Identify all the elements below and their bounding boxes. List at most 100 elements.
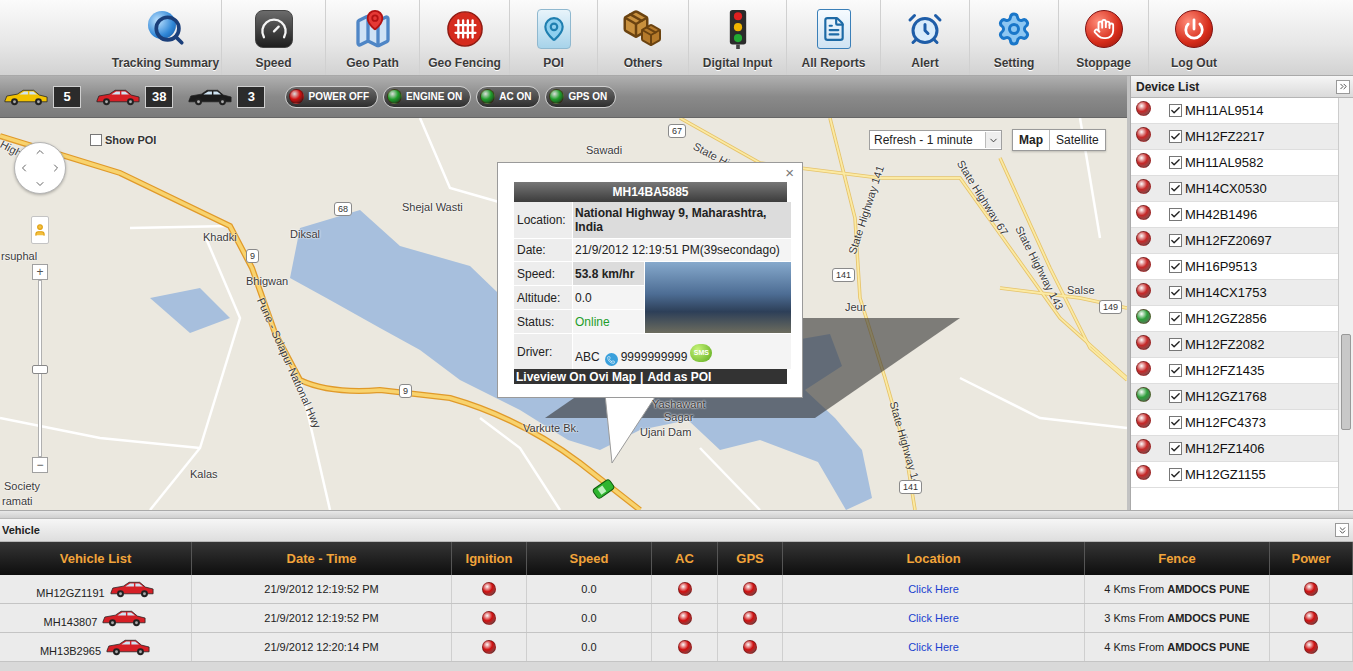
toolbar-button[interactable]: Geo Fencing [420, 0, 510, 75]
zoom-out-button[interactable]: − [32, 457, 48, 473]
zoom-handle[interactable] [32, 365, 48, 374]
toolbar-button[interactable]: POI [510, 0, 598, 75]
device-row[interactable]: MH12GZ2856 [1131, 306, 1338, 332]
device-checkbox[interactable] [1169, 442, 1182, 455]
toolbar-button[interactable]: Stoppage [1059, 0, 1149, 75]
device-row[interactable]: MH12FZ20697 [1131, 228, 1338, 254]
status-filter-button[interactable]: AC ON [476, 86, 540, 108]
status-dot-icon [549, 89, 564, 104]
device-row[interactable]: MH12FZ1435 [1131, 358, 1338, 384]
map-type-button[interactable]: Satellite [1049, 130, 1105, 150]
fleet-count-value: 3 [237, 86, 265, 108]
phone-icon[interactable] [605, 353, 618, 366]
device-plate: MH12FZ1435 [1185, 361, 1264, 381]
device-row[interactable]: MH12FC4373 [1131, 410, 1338, 436]
toolbar-button[interactable]: Speed [222, 0, 326, 75]
device-checkbox[interactable] [1169, 364, 1182, 377]
location-link[interactable]: Click Here [908, 639, 959, 656]
device-checkbox[interactable] [1169, 338, 1182, 351]
device-checkbox[interactable] [1169, 234, 1182, 247]
device-checkbox[interactable] [1169, 104, 1182, 117]
table-row[interactable]: MH13B296521/9/2012 12:20:14 PM0.0Click H… [0, 633, 1353, 662]
device-status-dot-icon [1136, 101, 1151, 116]
device-checkbox[interactable] [1169, 260, 1182, 273]
toolbar-button[interactable]: Setting [970, 0, 1059, 75]
toolbar-label: Setting [994, 54, 1035, 72]
collapse-right-icon[interactable] [1336, 80, 1350, 94]
column-header[interactable]: Fence [1085, 542, 1270, 575]
column-header[interactable]: Location [783, 542, 1085, 575]
fleet-count[interactable]: 3 [187, 86, 265, 108]
scrollbar-thumb[interactable] [1341, 334, 1351, 430]
device-checkbox[interactable] [1169, 468, 1182, 481]
horizontal-splitter[interactable] [0, 510, 1353, 518]
location-link[interactable]: Click Here [908, 610, 959, 627]
toolbar-button[interactable]: Tracking Summary [110, 0, 222, 75]
checkbox-box[interactable] [90, 134, 102, 146]
table-row[interactable]: MH14380721/9/2012 12:19:52 PM0.0Click He… [0, 604, 1353, 633]
popup-close-button[interactable]: × [785, 165, 794, 180]
add-poi-link[interactable]: Add as POI [647, 370, 711, 384]
device-row[interactable]: MH14CX0530 [1131, 176, 1338, 202]
device-status-dot-icon [1136, 439, 1151, 454]
table-row[interactable]: MH12GZ119121/9/2012 12:19:52 PM0.0Click … [0, 575, 1353, 604]
device-checkbox[interactable] [1169, 286, 1182, 299]
column-header[interactable]: AC [652, 542, 718, 575]
device-checkbox[interactable] [1169, 182, 1182, 195]
fleet-count[interactable]: 5 [3, 86, 81, 108]
device-checkbox[interactable] [1169, 416, 1182, 429]
toolbar-button[interactable]: All Reports [787, 0, 881, 75]
scrollbar[interactable] [1338, 98, 1353, 510]
column-header[interactable]: Ignition [452, 542, 527, 575]
device-row[interactable]: MH42B1496 [1131, 202, 1338, 228]
device-row[interactable]: MH12FZ2082 [1131, 332, 1338, 358]
column-header[interactable]: Power [1270, 542, 1353, 575]
status-filter-button[interactable]: ENGINE ON [383, 86, 471, 108]
column-header[interactable]: Speed [527, 542, 652, 575]
column-header[interactable]: Vehicle List [0, 542, 192, 575]
map-type-toggle: MapSatellite [1012, 129, 1106, 151]
toolbar-button[interactable]: Geo Path [326, 0, 420, 75]
zoom-in-button[interactable]: + [32, 264, 48, 280]
column-header[interactable]: Date - Time [192, 542, 452, 575]
device-checkbox[interactable] [1169, 312, 1182, 325]
show-poi-checkbox[interactable]: Show POI [90, 132, 156, 149]
toolbar-button[interactable]: Others [598, 0, 689, 75]
map-label: State Highway 67 [955, 158, 1011, 237]
table-header: Vehicle ListDate - TimeIgnitionSpeedACGP… [0, 542, 1353, 575]
refresh-select[interactable]: Refresh - 1 minute [869, 130, 1002, 150]
fleet-count[interactable]: 38 [95, 86, 173, 108]
pan-control[interactable] [14, 142, 66, 194]
table-cell: 4 Kms FromAMDOCS PUNE [1085, 633, 1270, 661]
toolbar-label: Alert [911, 54, 938, 72]
device-checkbox[interactable] [1169, 390, 1182, 403]
device-checkbox[interactable] [1169, 130, 1182, 143]
device-row[interactable]: MH16P9513 [1131, 254, 1338, 280]
location-link[interactable]: Click Here [908, 581, 959, 598]
toolbar-label: Geo Path [346, 54, 399, 72]
device-plate: MH14CX1753 [1185, 283, 1267, 303]
status-filter-button[interactable]: POWER OFF [285, 86, 378, 108]
device-checkbox[interactable] [1169, 208, 1182, 221]
device-row[interactable]: MH11AL9582 [1131, 150, 1338, 176]
device-row[interactable]: MH12GZ1155 [1131, 462, 1338, 488]
status-filter-button[interactable]: GPS ON [545, 86, 616, 108]
pegman-icon[interactable] [31, 216, 49, 244]
toolbar-button[interactable]: Digital Input [689, 0, 787, 75]
dropdown-arrow-icon[interactable] [985, 132, 1001, 148]
device-row[interactable]: MH12FZ2217 [1131, 124, 1338, 150]
liveview-link[interactable]: Liveview On Ovi Map [516, 370, 636, 384]
column-header[interactable]: GPS [718, 542, 783, 575]
field-label: Altitude: [514, 286, 572, 309]
device-row[interactable]: MH12FZ1406 [1131, 436, 1338, 462]
device-row[interactable]: MH14CX1753 [1131, 280, 1338, 306]
map-view[interactable]: SawadiShejal WastiKhadkiDiksalBhigwanVar… [0, 118, 1127, 510]
device-row[interactable]: MH12GZ1768 [1131, 384, 1338, 410]
device-checkbox[interactable] [1169, 156, 1182, 169]
device-row[interactable]: MH11AL9514 [1131, 98, 1338, 124]
toolbar-button[interactable]: Alert [881, 0, 970, 75]
sms-button[interactable]: SMS [690, 344, 712, 362]
collapse-down-icon[interactable] [1335, 523, 1349, 537]
map-type-button[interactable]: Map [1013, 130, 1049, 150]
toolbar-button[interactable]: Log Out [1149, 0, 1239, 75]
